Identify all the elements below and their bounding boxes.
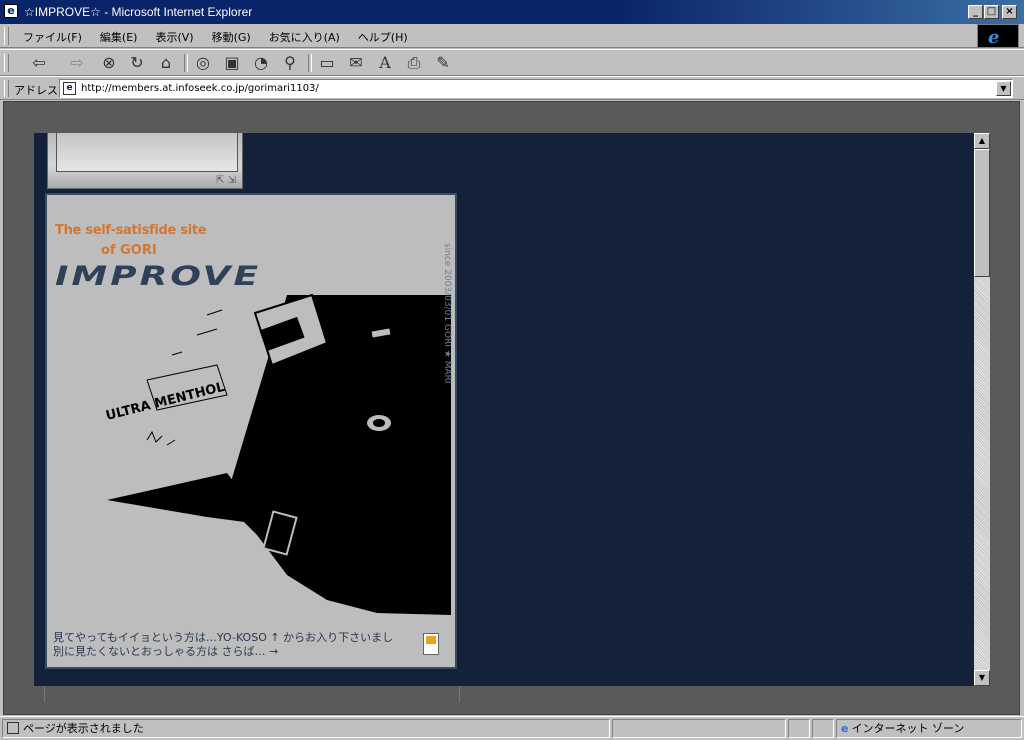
ie-page-icon[interactable]: e: [4, 4, 18, 18]
site-tagline-author: of GORI: [101, 243, 157, 258]
status-panel: [788, 719, 810, 738]
scroll-thumb[interactable]: [974, 149, 990, 277]
top-frame-image: ⇱ ⇲: [47, 133, 243, 189]
mail-icon[interactable]: ✉: [345, 53, 367, 75]
internet-zone-icon: e: [841, 722, 849, 735]
status-bar: ページが表示されました e インターネット ゾーン: [0, 716, 1024, 740]
menubar-grip[interactable]: [4, 27, 9, 45]
vertical-scrollbar[interactable]: ▲ ▼: [974, 133, 990, 686]
vertical-since-text: since 2003/03/01 GORI ★ MARI: [442, 243, 452, 384]
maximize-button[interactable]: □: [984, 5, 999, 19]
channels-icon[interactable]: ⚲: [279, 53, 301, 75]
page-icon: e: [63, 82, 76, 95]
menu-bar: ファイル(F) 編集(E) 表示(V) 移動(G) お気に入り(A) ヘルプ(H…: [0, 24, 1024, 48]
forward-icon[interactable]: ⇨: [60, 53, 94, 75]
frame-divider: [44, 686, 45, 702]
home-icon[interactable]: ⌂: [155, 53, 177, 75]
toolbar-grip[interactable]: [4, 54, 9, 72]
print-icon[interactable]: ⎙: [403, 53, 425, 75]
address-url[interactable]: http://members.at.infoseek.co.jp/gorimar…: [81, 83, 319, 94]
menu-file[interactable]: ファイル(F): [14, 29, 91, 45]
address-bar: アドレス e http://members.at.infoseek.co.jp/…: [0, 76, 1024, 100]
site-tagline: The self-satisfide site: [55, 223, 207, 238]
resize-arrows-icon: ⇱ ⇲: [216, 175, 236, 186]
page-content: ⇱ ⇲ ULTRA MENTHOL The self-satisfide sit…: [34, 133, 974, 686]
farewell-message: 別に見たくないとおっしゃる方は さらば… →: [53, 645, 279, 658]
top-frame-inner: [56, 133, 238, 172]
fonts-icon[interactable]: A: [374, 53, 396, 75]
edit-icon[interactable]: ✎: [432, 53, 454, 75]
close-button[interactable]: ×: [1002, 5, 1017, 19]
improve-logo: IMPROVE: [55, 261, 262, 292]
zone-text: インターネット ゾーン: [851, 722, 965, 735]
address-input[interactable]: e http://members.at.infoseek.co.jp/gorim…: [59, 79, 1013, 98]
title-bar: e ☆IMPROVE☆ - Microsoft Internet Explore…: [0, 0, 1024, 24]
security-zone-panel[interactable]: e インターネット ゾーン: [836, 719, 1022, 738]
page-done-icon: [7, 722, 19, 734]
scroll-up-icon[interactable]: ▲: [974, 133, 990, 149]
window-title: ☆IMPROVE☆ - Microsoft Internet Explorer: [24, 5, 253, 19]
status-text: ページが表示されました: [23, 722, 144, 735]
menu-edit[interactable]: 編集(E): [91, 29, 147, 45]
frame-divider: [459, 686, 460, 702]
fullscreen-icon[interactable]: ▭: [316, 53, 338, 75]
chevron-down-icon[interactable]: ▼: [996, 81, 1011, 96]
toolbar-separator: [308, 54, 312, 72]
ie-logo-icon: e: [977, 24, 1019, 48]
minimize-button[interactable]: _: [968, 5, 983, 19]
enter-card: ULTRA MENTHOL The self-satisfide site of…: [45, 193, 457, 669]
status-text-panel: ページが表示されました: [2, 719, 610, 738]
menu-help[interactable]: ヘルプ(H): [349, 29, 417, 45]
address-label: アドレス: [14, 84, 58, 97]
scroll-track[interactable]: [974, 277, 990, 670]
scroll-down-icon[interactable]: ▼: [974, 670, 990, 686]
stop-icon[interactable]: ⊗: [98, 53, 120, 75]
addressbar-grip[interactable]: [4, 80, 9, 97]
menu-view[interactable]: 表示(V): [146, 29, 202, 45]
search-icon[interactable]: ◎: [192, 53, 214, 75]
menu-go[interactable]: 移動(G): [203, 29, 260, 45]
history-icon[interactable]: ◔: [250, 53, 272, 75]
menu-favorites[interactable]: お気に入り(A): [260, 29, 349, 45]
status-progress-panel: [612, 719, 786, 738]
favorites-icon[interactable]: ▣: [221, 53, 243, 75]
refresh-icon[interactable]: ↻: [126, 53, 148, 75]
back-icon[interactable]: ⇦: [22, 53, 56, 75]
counter-badge-icon[interactable]: [423, 633, 439, 655]
pack-brand-text: ULTRA MENTHOL: [104, 380, 226, 424]
toolbar-separator: [184, 54, 188, 72]
standard-toolbar: ⇦ ⇨ ⊗ ↻ ⌂ ◎ ▣ ◔ ⚲ ▭ ✉ A ⎙ ✎: [0, 49, 1024, 76]
status-panel: [812, 719, 834, 738]
